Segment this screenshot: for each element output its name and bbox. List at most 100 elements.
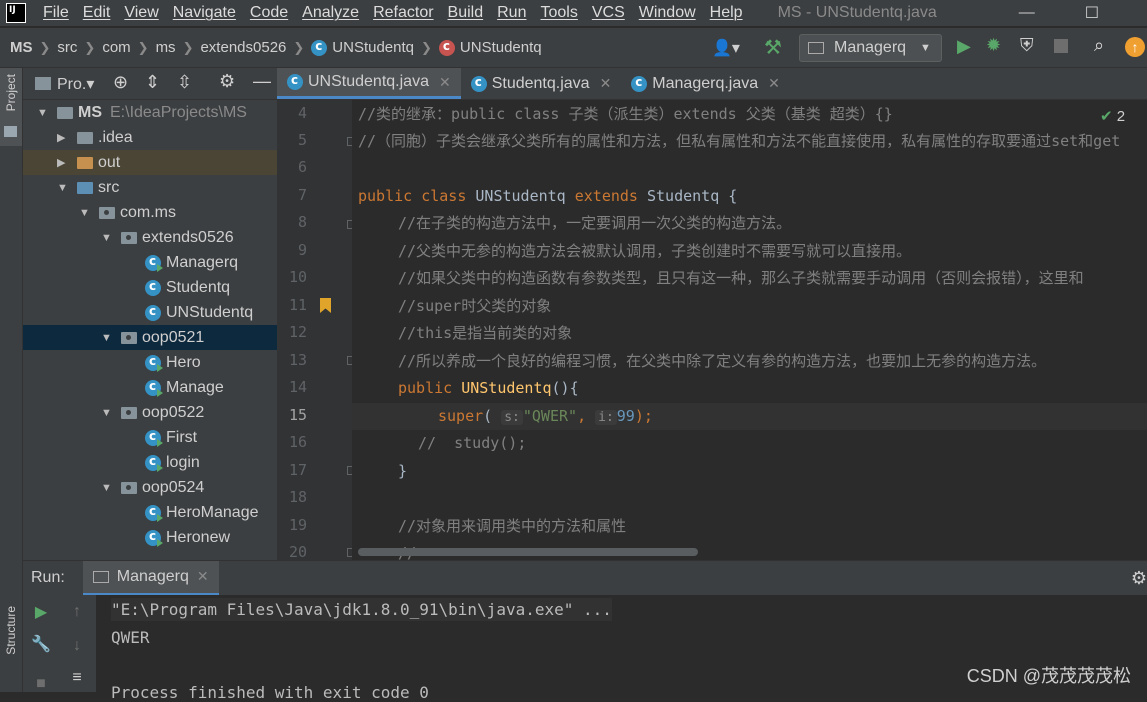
editor-horizontal-scrollbar[interactable] xyxy=(358,548,698,556)
bookmark-icon[interactable] xyxy=(320,298,331,313)
rerun-icon[interactable]: ▶ xyxy=(30,601,52,623)
structure-tool-tab[interactable]: Structure xyxy=(4,606,18,655)
up-arrow-icon[interactable]: ↑ xyxy=(66,601,88,623)
gear-icon[interactable]: ⚙ xyxy=(1131,568,1147,589)
update-icon[interactable]: ↑ xyxy=(1125,37,1145,57)
tree-label: oop0522 xyxy=(142,403,205,421)
project-view-select[interactable]: Pro.▾ xyxy=(57,74,94,94)
collapse-all-icon[interactable]: ⇳ xyxy=(177,72,192,93)
menu-build[interactable]: Build xyxy=(441,4,491,22)
tree-item-src[interactable]: ▼ src xyxy=(23,175,277,200)
tree-label: oop0524 xyxy=(142,478,205,496)
gear-icon[interactable]: ⚙ xyxy=(219,71,235,92)
tab-managerq[interactable]: Managerq.java ✕ xyxy=(621,68,790,99)
expand-arrow-icon: ▼ xyxy=(57,181,68,194)
menu-edit[interactable]: Edit xyxy=(76,4,118,22)
wrench-icon[interactable]: 🔧 xyxy=(30,633,52,655)
breadcrumb-constructor[interactable]: UNStudentq xyxy=(438,39,542,56)
tab-studentq[interactable]: Studentq.java ✕ xyxy=(461,68,622,99)
csdn-watermark: CSDN @茂茂茂茂松 xyxy=(966,666,1131,686)
user-icon[interactable]: 👤▾ xyxy=(712,38,740,58)
code-editor[interactable]: //类的继承：public class 子类（派生类）extends 父类（基类… xyxy=(352,100,1147,560)
coverage-icon[interactable]: ⛨ xyxy=(1020,35,1034,56)
close-icon[interactable]: ✕ xyxy=(600,75,612,92)
search-icon[interactable]: ⌕ xyxy=(1094,35,1104,56)
minimize-icon[interactable]: — xyxy=(1019,4,1035,22)
menu-code[interactable]: Code xyxy=(243,4,295,22)
tree-item-heromanage[interactable]: HeroManage xyxy=(23,500,277,525)
menu-navigate[interactable]: Navigate xyxy=(166,4,243,22)
code-line-14: public UNStudentq(){ xyxy=(398,379,579,397)
locate-icon[interactable]: ⊕ xyxy=(113,72,128,93)
code-line-8: //在子类的构造方法中，一定要调用一次父类的构造方法。 xyxy=(398,214,792,232)
menu-view[interactable]: View xyxy=(117,4,165,22)
breadcrumb-project[interactable]: MS xyxy=(10,39,33,56)
menu-tools[interactable]: Tools xyxy=(533,4,584,22)
breadcrumb-class[interactable]: UNStudentq xyxy=(311,39,414,56)
runnable-class-icon xyxy=(145,354,163,372)
tree-item-manage[interactable]: Manage xyxy=(23,375,277,400)
breadcrumb-src[interactable]: src xyxy=(57,39,77,56)
chevron-right-icon: ❯ xyxy=(137,39,149,55)
tree-item-heronew[interactable]: Heronew xyxy=(23,525,277,550)
run-config-select[interactable]: Managerq ▼ xyxy=(799,34,942,62)
tree-item-extends0526[interactable]: ▼ extends0526 xyxy=(23,225,277,250)
class-icon xyxy=(145,279,161,296)
window-title: MS - UNStudentq.java xyxy=(777,4,937,21)
code-line-4: //类的继承：public class 子类（派生类）extends 父类（基类… xyxy=(358,105,893,123)
code-line-19: //对象用来调用类中的方法和属性 xyxy=(398,517,627,535)
tab-unstudentq[interactable]: UNStudentq.java ✕ xyxy=(277,68,461,99)
soft-wrap-icon[interactable]: ≡ xyxy=(66,667,88,689)
debug-icon[interactable]: ✹ xyxy=(986,35,1001,56)
runnable-class-icon xyxy=(145,429,163,447)
breadcrumb-package[interactable]: extends0526 xyxy=(200,39,286,56)
tree-item-studentq[interactable]: Studentq xyxy=(23,275,277,300)
inspection-widget[interactable]: ✔ 2 xyxy=(1100,107,1125,125)
tree-item-hero[interactable]: Hero xyxy=(23,350,277,375)
build-hammer-icon[interactable]: ⚒ xyxy=(764,35,782,60)
param-hint: s: xyxy=(501,410,523,425)
tree-label: oop0521 xyxy=(142,328,205,346)
project-tool-tab[interactable]: Project xyxy=(4,74,18,111)
down-arrow-icon[interactable]: ↓ xyxy=(66,635,88,657)
line-number: 20 xyxy=(288,543,307,561)
menu-help[interactable]: Help xyxy=(703,4,750,22)
hide-icon[interactable]: — xyxy=(253,71,271,92)
tree-item-root[interactable]: ▼ MS E:\IdeaProjects\MS xyxy=(23,100,277,125)
tree-item-login[interactable]: login xyxy=(23,450,277,475)
tree-label: Heronew xyxy=(166,528,231,546)
run-icon[interactable]: ▶ xyxy=(957,36,971,57)
runnable-class-icon xyxy=(145,504,163,522)
close-icon[interactable]: ✕ xyxy=(439,74,451,91)
run-tab-label: Managerq xyxy=(116,567,189,585)
tree-item-idea[interactable]: ▶ .idea xyxy=(23,125,277,150)
run-config-label: Managerq xyxy=(834,39,907,56)
tree-item-com-ms[interactable]: ▼ com.ms xyxy=(23,200,277,225)
menu-file[interactable]: File xyxy=(36,4,76,22)
code-line-5: //（同胞）子类会继承父类所有的属性和方法，但私有属性和方法不能直接使用，私有属… xyxy=(358,132,1121,150)
menu-run[interactable]: Run xyxy=(490,4,533,22)
tree-item-oop0521[interactable]: ▼ oop0521 xyxy=(23,325,277,350)
tree-item-out[interactable]: ▶ out xyxy=(23,150,277,175)
tree-item-oop0524[interactable]: ▼ oop0524 xyxy=(23,475,277,500)
run-tab-managerq[interactable]: Managerq ✕ xyxy=(82,560,219,596)
breadcrumb-com[interactable]: com xyxy=(102,39,130,56)
tree-item-first[interactable]: First xyxy=(23,425,277,450)
tree-item-unstudentq[interactable]: UNStudentq xyxy=(23,300,277,325)
source-folder-icon xyxy=(77,181,93,194)
tree-item-managerq[interactable]: Managerq xyxy=(23,250,277,275)
line-number: 9 xyxy=(297,241,307,259)
menu-vcs[interactable]: VCS xyxy=(585,4,632,22)
menu-window[interactable]: Window xyxy=(632,4,703,22)
code-line-17: } xyxy=(398,462,408,480)
class-icon xyxy=(287,73,303,90)
stop-icon[interactable] xyxy=(1054,39,1068,53)
menu-analyze[interactable]: Analyze xyxy=(295,4,366,22)
close-icon[interactable]: ✕ xyxy=(197,568,209,585)
expand-all-icon[interactable]: ⇕ xyxy=(145,72,160,93)
menu-refactor[interactable]: Refactor xyxy=(366,4,440,22)
close-icon[interactable]: ✕ xyxy=(768,75,780,92)
tree-item-oop0522[interactable]: ▼ oop0522 xyxy=(23,400,277,425)
maximize-icon[interactable]: ☐ xyxy=(1085,3,1099,23)
breadcrumb-ms[interactable]: ms xyxy=(156,39,176,56)
